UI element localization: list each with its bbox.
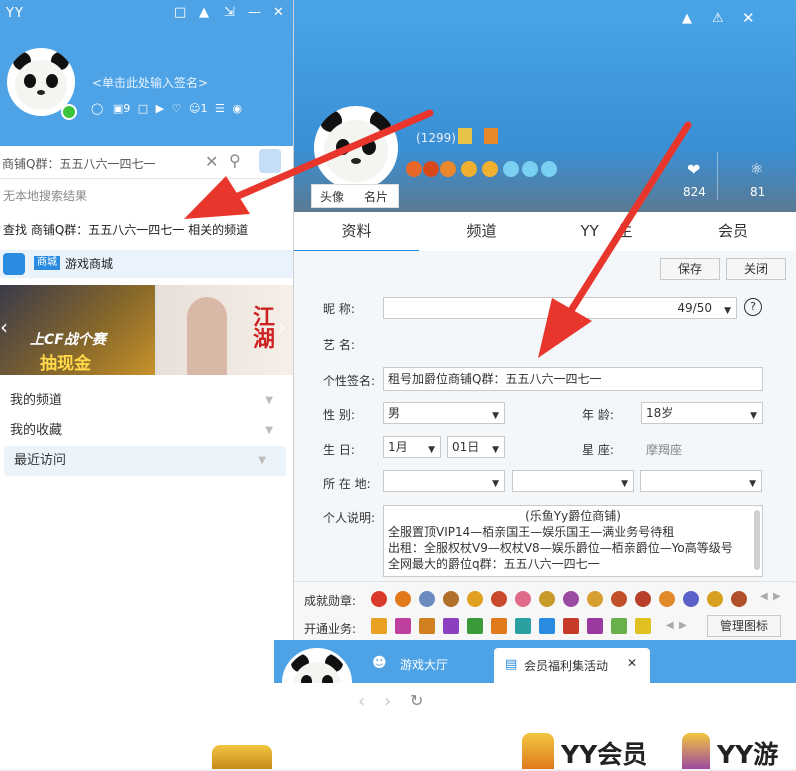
arrow-right bbox=[538, 121, 692, 358]
arrow-left bbox=[184, 109, 434, 219]
annotation-arrows bbox=[184, 109, 692, 358]
